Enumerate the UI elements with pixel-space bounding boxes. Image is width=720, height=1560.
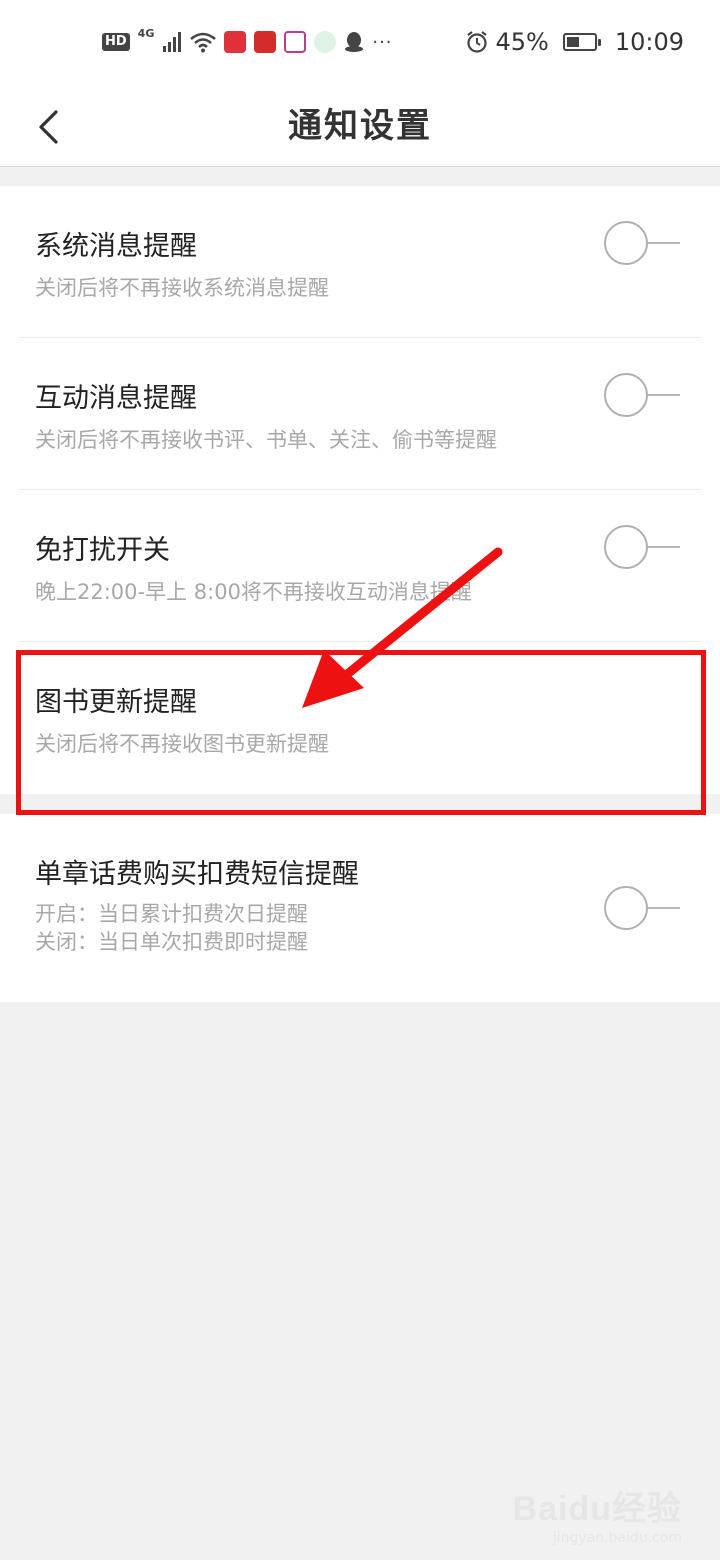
setting-title: 图书更新提醒 <box>35 687 197 718</box>
toggle-track <box>644 546 680 548</box>
section-gap <box>0 794 720 814</box>
battery-fill <box>566 37 579 47</box>
battery-icon <box>562 33 601 51</box>
subtitle-line: 开启：当日累计扣费次日提醒 <box>35 902 308 926</box>
more-notifications-icon: ··· <box>372 31 393 53</box>
qq-app-icon <box>345 32 364 52</box>
setting-title: 单章话费购买扣费短信提醒 <box>35 859 359 890</box>
status-left-icons: HD 4G ··· <box>102 28 393 56</box>
status-right: 45% 10:09 <box>465 26 684 58</box>
setting-subtitle: 关闭后将不再接收书评、书单、关注、偷书等提醒 <box>35 428 497 452</box>
reader-app-icon <box>224 31 247 53</box>
status-bar: HD 4G ··· 45% 10:09 <box>0 0 720 84</box>
setting-subtitle: 关闭后将不再接收图书更新提醒 <box>35 732 329 756</box>
interaction-message-toggle[interactable] <box>604 373 680 417</box>
toggle-knob <box>604 373 648 417</box>
watermark-sub: jingyan.baidu.com <box>552 1530 682 1546</box>
netease-app-icon <box>254 31 277 53</box>
baidu-watermark: Baidu经验 jingyan.baidu.com <box>513 1481 682 1546</box>
setting-row-interaction: 互动消息提醒 关闭后将不再接收书评、书单、关注、偷书等提醒 <box>0 338 720 490</box>
toggle-knob <box>604 221 648 265</box>
settings-list: 系统消息提醒 关闭后将不再接收系统消息提醒 互动消息提醒 关闭后将不再接收书评、… <box>0 186 720 1002</box>
setting-title: 互动消息提醒 <box>35 383 197 414</box>
network-type: 4G <box>137 27 155 40</box>
battery-percent: 45% <box>495 28 549 56</box>
system-message-toggle[interactable] <box>604 221 680 265</box>
nav-bar: 通知设置 <box>0 84 720 167</box>
status-time: 10:09 <box>614 28 684 56</box>
setting-row-system: 系统消息提醒 关闭后将不再接收系统消息提醒 <box>0 186 720 338</box>
toggle-track <box>644 242 680 244</box>
wifi-icon <box>190 32 217 53</box>
subtitle-line: 关闭：当日单次扣费即时提醒 <box>35 930 308 954</box>
watermark-main: Baidu经验 <box>512 1490 682 1528</box>
setting-subtitle: 开启：当日累计扣费次日提醒 关闭：当日单次扣费即时提醒 <box>35 900 308 956</box>
page-title: 通知设置 <box>288 106 432 146</box>
toggle-track <box>644 394 680 396</box>
sms-billing-toggle[interactable] <box>604 886 680 930</box>
do-not-disturb-toggle[interactable] <box>604 525 680 569</box>
toggle-track <box>644 907 680 909</box>
setting-subtitle: 晚上22:00-早上 8:00将不再接收互动消息提醒 <box>35 580 472 604</box>
setting-row-book-update[interactable]: 图书更新提醒 关闭后将不再接收图书更新提醒 <box>0 642 720 794</box>
toggle-knob <box>604 525 648 569</box>
setting-subtitle: 关闭后将不再接收系统消息提醒 <box>35 276 329 300</box>
setting-row-sms-billing: 单章话费购买扣费短信提醒 开启：当日累计扣费次日提醒 关闭：当日单次扣费即时提醒 <box>0 814 720 1002</box>
tree-app-icon <box>314 31 337 53</box>
setting-title: 免打扰开关 <box>35 535 170 566</box>
signal-icon <box>163 32 182 52</box>
toggle-knob <box>604 886 648 930</box>
setting-title: 系统消息提醒 <box>35 231 197 262</box>
setting-row-do-not-disturb: 免打扰开关 晚上22:00-早上 8:00将不再接收互动消息提醒 <box>0 490 720 642</box>
alarm-icon <box>467 31 488 53</box>
hd-badge: HD <box>102 33 130 51</box>
jd-app-icon <box>284 31 307 53</box>
